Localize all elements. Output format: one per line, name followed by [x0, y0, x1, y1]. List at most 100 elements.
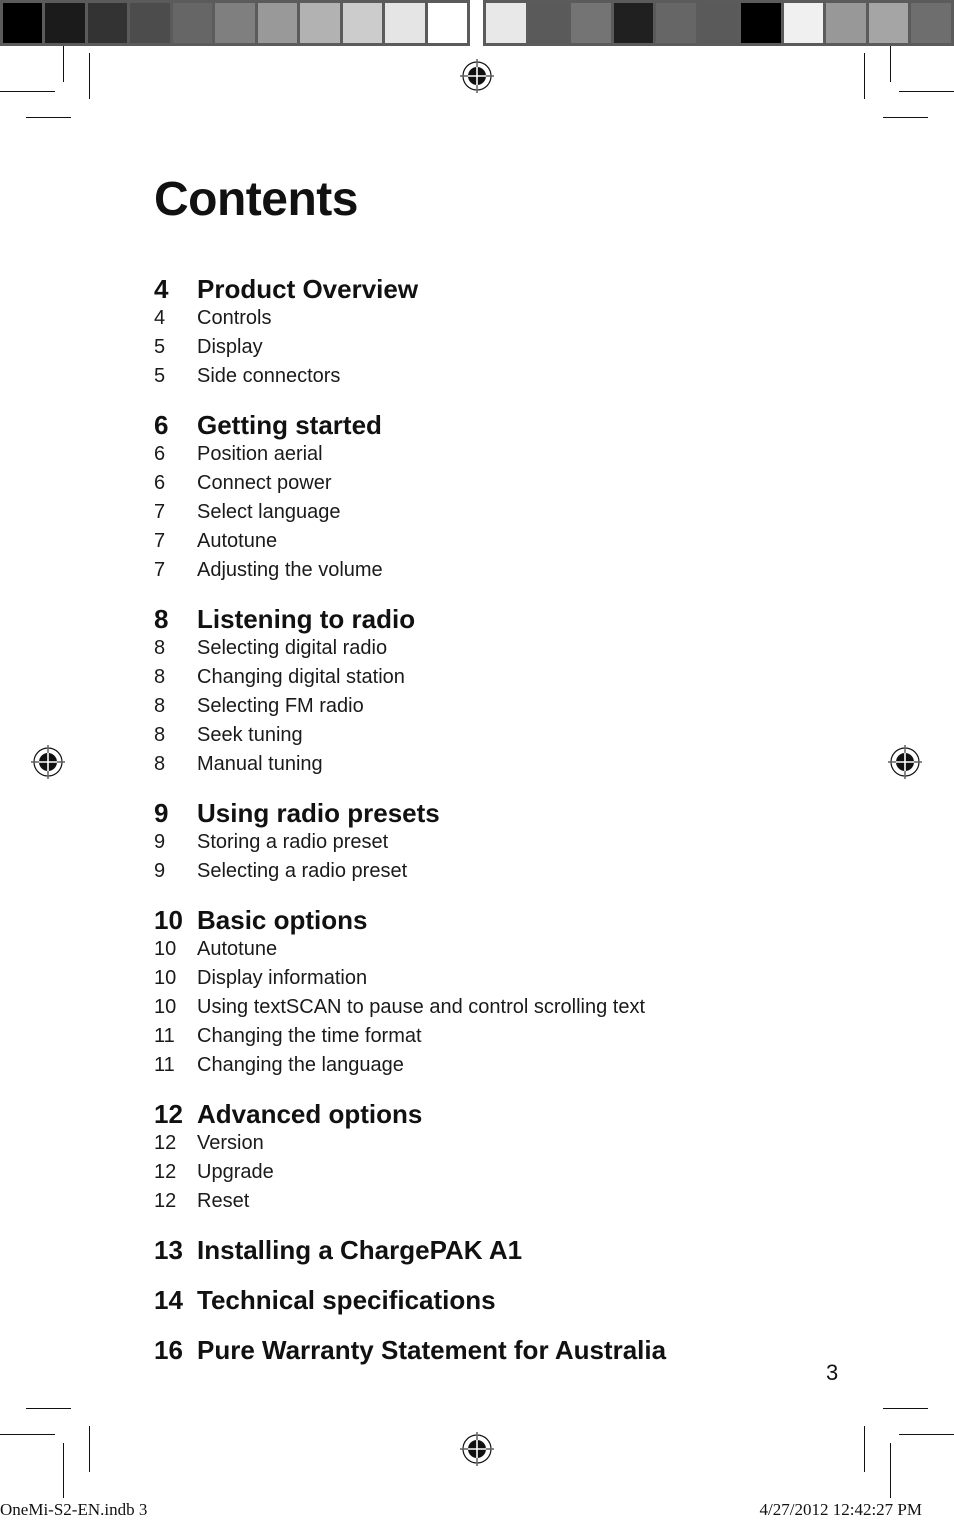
toc-entry[interactable]: 9 Selecting a radio preset	[154, 860, 854, 889]
slug-timestamp: 4/27/2012 12:42:27 PM	[759, 1500, 922, 1519]
toc-entry[interactable]: 8 Manual tuning	[154, 753, 854, 782]
toc-entry-label: Display information	[197, 967, 368, 989]
toc-entry[interactable]: 7 Autotune	[154, 530, 854, 559]
color-calibration-bar-right	[483, 0, 954, 46]
crop-mark	[864, 53, 865, 99]
toc-entry[interactable]: 12 Reset	[154, 1190, 854, 1219]
color-swatch	[571, 3, 611, 43]
toc-section-heading[interactable]: 4 Product Overview	[154, 272, 854, 307]
toc-entry[interactable]: 10 Using textSCAN to pause and control sc…	[154, 996, 854, 1025]
toc-section: 12 Advanced options 12 Version 12 Upgrade 12 Re…	[154, 1097, 854, 1219]
color-swatch	[172, 3, 213, 43]
toc-section-heading[interactable]: 14 Technical specifications	[154, 1283, 854, 1318]
toc-page-number: 7	[154, 530, 166, 552]
toc-entry[interactable]: 9 Storing a radio preset	[154, 831, 854, 860]
color-swatch	[868, 3, 909, 43]
toc-entry[interactable]: 11 Changing the language	[154, 1054, 854, 1083]
toc-page-number: 9	[154, 860, 166, 882]
crop-mark	[89, 1426, 90, 1472]
toc-entry[interactable]: 10 Autotune	[154, 938, 854, 967]
toc-section-heading[interactable]: 6 Getting started	[154, 408, 854, 443]
toc-entry-label: Manual tuning	[197, 753, 323, 775]
toc-section-title: Getting started	[197, 410, 382, 440]
color-swatch	[486, 3, 526, 43]
toc-section-heading[interactable]: 9 Using radio presets	[154, 796, 854, 831]
registration-mark-icon	[888, 745, 922, 779]
toc-page-number: 8	[154, 637, 166, 659]
toc-entry-label: Display	[197, 336, 263, 358]
toc-section-heading[interactable]: 16 Pure Warranty Statement for Australia	[154, 1333, 854, 1368]
toc-entry-label: Side connectors	[197, 365, 341, 387]
registration-mark-icon	[31, 745, 65, 779]
toc-entry-label: Connect power	[197, 472, 332, 494]
toc-entry-label: Autotune	[197, 530, 278, 552]
toc-entry[interactable]: 8 Selecting digital radio	[154, 637, 854, 666]
toc-entry[interactable]: 6 Connect power	[154, 472, 854, 501]
crop-mark	[0, 1434, 55, 1435]
color-swatch	[130, 3, 170, 43]
slug-filename: OneMi-S2-EN.indb 3	[0, 1500, 148, 1519]
toc-entry[interactable]: 4 Controls	[154, 307, 854, 336]
toc-entry-label: Changing digital station	[197, 666, 405, 688]
toc-entry[interactable]: 8 Selecting FM radio	[154, 695, 854, 724]
toc-entry[interactable]: 5 Side connectors	[154, 365, 854, 394]
toc-entry[interactable]: 12 Version	[154, 1132, 854, 1161]
color-swatch	[741, 3, 781, 43]
toc-page-number: 8	[154, 666, 166, 688]
toc-page-number: 12	[154, 1190, 177, 1212]
toc-page-number: 8	[154, 604, 169, 634]
toc-entry-label: Reset	[197, 1190, 250, 1212]
toc-page-number: 8	[154, 724, 166, 746]
toc-page-number: 6	[154, 472, 166, 494]
color-swatch	[427, 3, 467, 43]
crop-mark	[890, 1443, 891, 1498]
toc-entry[interactable]: 11 Changing the time format	[154, 1025, 854, 1054]
crop-mark	[899, 91, 954, 92]
toc-entry[interactable]: 8 Seek tuning	[154, 724, 854, 753]
crop-mark	[63, 1443, 64, 1498]
toc-page-number: 9	[154, 831, 166, 853]
toc-entry[interactable]: 12 Upgrade	[154, 1161, 854, 1190]
toc-entry-label: Select language	[197, 501, 341, 523]
toc-page-number: 4	[154, 274, 169, 304]
toc-section-heading[interactable]: 10 Basic options	[154, 903, 854, 938]
toc-entry[interactable]: 10 Display information	[154, 967, 854, 996]
page-number: 3	[826, 1360, 839, 1385]
table-of-contents: 4 Product Overview 4 Controls 5 Display 5 Side …	[154, 272, 854, 1383]
toc-entry-label: Changing the language	[197, 1054, 404, 1076]
toc-page-number: 14	[154, 1285, 183, 1315]
toc-entry[interactable]: 7 Adjusting the volume	[154, 559, 854, 588]
toc-entry[interactable]: 5 Display	[154, 336, 854, 365]
crop-mark	[890, 46, 891, 82]
toc-entry-label: Position aerial	[197, 443, 323, 465]
toc-page-number: 6	[154, 410, 169, 440]
page-title: Contents	[154, 173, 358, 226]
toc-section: 16 Pure Warranty Statement for Australia	[154, 1333, 854, 1368]
toc-section-heading[interactable]: 12 Advanced options	[154, 1097, 854, 1132]
toc-entry-label: Storing a radio preset	[197, 831, 389, 853]
crop-mark	[883, 117, 928, 118]
toc-section-heading[interactable]: 8 Listening to radio	[154, 602, 854, 637]
toc-page-number: 11	[154, 1025, 175, 1047]
color-swatch	[3, 3, 43, 43]
toc-entry-label: Seek tuning	[197, 724, 303, 746]
toc-section-heading[interactable]: 13 Installing a ChargePAK A1	[154, 1233, 854, 1268]
toc-page-number: 5	[154, 365, 166, 387]
toc-entry[interactable]: 8 Changing digital station	[154, 666, 854, 695]
toc-page-number: 10	[154, 996, 177, 1018]
toc-entry[interactable]: 6 Position aerial	[154, 443, 854, 472]
toc-page-number: 10	[154, 938, 177, 960]
toc-entry-label: Upgrade	[197, 1161, 274, 1183]
toc-section: 10 Basic options 10 Autotune 10 Display infor…	[154, 903, 854, 1083]
color-swatch	[826, 3, 866, 43]
toc-entry[interactable]: 7 Select language	[154, 501, 854, 530]
color-swatch	[911, 3, 952, 43]
toc-section-title: Using radio presets	[197, 798, 440, 828]
color-swatch	[385, 3, 425, 43]
toc-entry-label: Version	[197, 1132, 264, 1154]
crop-mark	[63, 46, 64, 82]
toc-section: 4 Product Overview 4 Controls 5 Display 5 Side …	[154, 272, 854, 394]
toc-page-number: 10	[154, 905, 183, 935]
crop-mark	[26, 117, 71, 118]
toc-entry-label: Autotune	[197, 938, 278, 960]
